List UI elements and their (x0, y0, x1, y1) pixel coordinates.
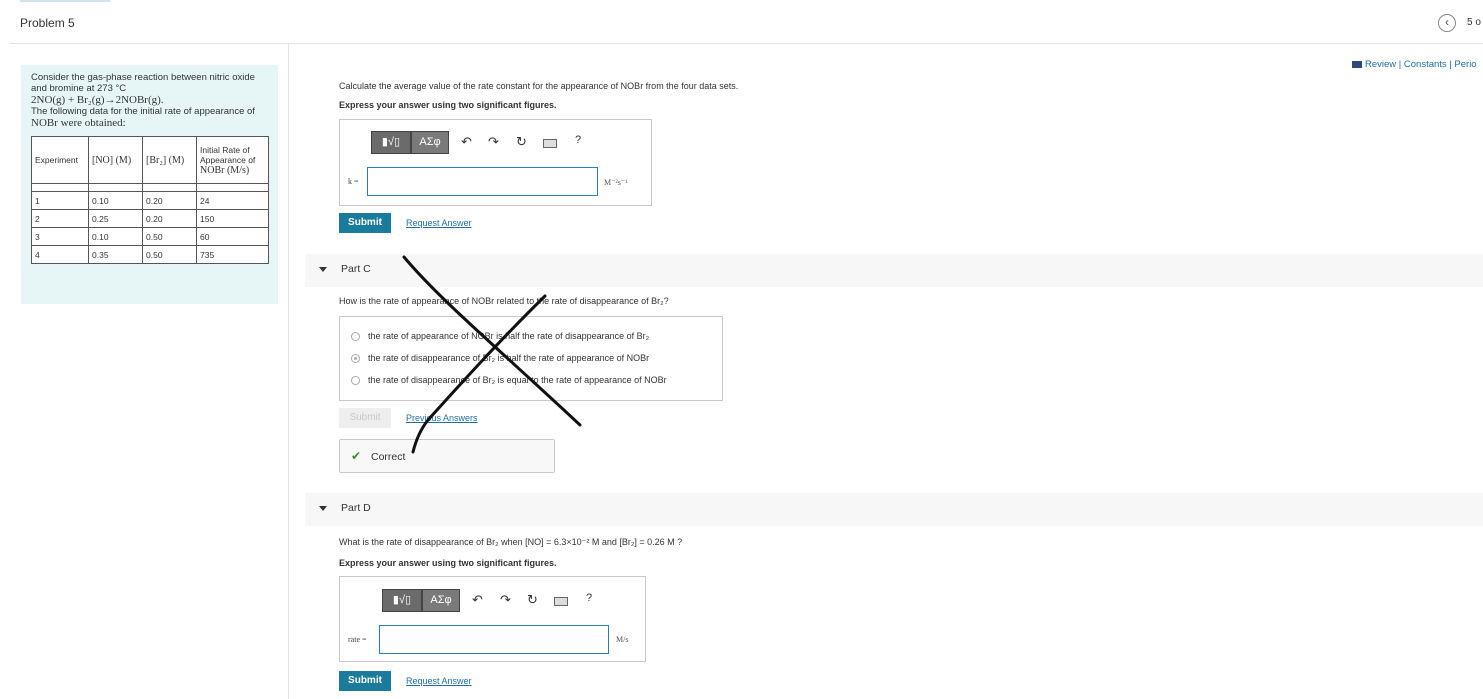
part-b-answer-box: ▮√▯ ΑΣφ ↶ ↷ ↻ ? k = M⁻²s⁻¹ (339, 119, 652, 206)
table-header-br2: [Br₂] (M) (142, 136, 197, 184)
help-icon[interactable]: ? (586, 592, 592, 604)
table-cell: 150 (196, 209, 269, 228)
part-d-label: Part D (341, 502, 371, 514)
templates-button[interactable]: ▮√▯ (382, 589, 422, 612)
chevron-left-icon[interactable]: ‹ (1438, 14, 1456, 32)
page-count: 5 o (1467, 17, 1481, 28)
table-header-experiment: Experiment (31, 136, 89, 184)
keyboard-icon[interactable] (543, 139, 557, 148)
radio-button[interactable] (351, 376, 360, 386)
correct-label: Correct (371, 451, 406, 463)
problem-sidebar: Consider the gas-phase reaction between … (21, 65, 278, 304)
table-cell: 0.10 (88, 191, 143, 210)
table-gap-row (31, 183, 269, 192)
k-unit: M⁻²s⁻¹ (604, 178, 628, 187)
undo-icon[interactable]: ↶ (472, 592, 483, 608)
table-cell: 0.20 (142, 191, 197, 210)
part-c-submit-button[interactable]: Submit (339, 408, 391, 428)
table-cell: 735 (196, 245, 269, 264)
option-3-label: the rate of disappearance of Br₂ is equa… (368, 375, 667, 385)
sidebar-intro: Consider the gas-phase reaction between … (31, 72, 255, 94)
option-2[interactable]: the rate of disappearance of Br₂ is half… (351, 353, 650, 364)
option-3[interactable]: the rate of disappearance of Br₂ is equa… (351, 375, 667, 386)
symbols-button[interactable]: ΑΣφ (411, 131, 449, 154)
checkmark-icon: ✔ (351, 449, 362, 463)
data-intro-text: NOBr were obtained: (31, 116, 126, 129)
table-row: 1 0.10 0.20 24 (31, 191, 269, 210)
header-divider (10, 43, 1483, 44)
part-b-question: Calculate the average value of the rate … (339, 81, 739, 91)
table-cell: 0.20 (142, 209, 197, 228)
review-constants-links[interactable]: Review | Constants | Perio (1352, 59, 1477, 70)
table-cell: 0.50 (142, 227, 197, 246)
undo-icon[interactable]: ↶ (461, 134, 472, 150)
table-cell: 2 (31, 209, 89, 228)
part-b-submit-button[interactable]: Submit (339, 213, 391, 233)
table-cell: 4 (31, 245, 89, 264)
table-cell: 3 (31, 227, 89, 246)
problem-title: Problem 5 (20, 16, 75, 30)
table-header-no: [NO] (M) (88, 136, 143, 184)
caret-down-icon[interactable] (319, 506, 327, 511)
reset-icon[interactable]: ↻ (527, 592, 538, 608)
table-cell: 0.50 (142, 245, 197, 264)
table-cell: 60 (196, 227, 269, 246)
rate-input-label: rate = (348, 635, 367, 644)
column-divider (288, 44, 289, 699)
option-1-label: the rate of appearance of NOBr is half t… (368, 331, 650, 341)
part-c-label: Part C (341, 263, 371, 275)
part-d-instruction: Express your answer using two significan… (339, 558, 557, 568)
table-row: 3 0.10 0.50 60 (31, 227, 269, 246)
table-header-rate-text: Initial Rate of Appearance of (200, 144, 256, 165)
table-row: 2 0.25 0.20 150 (31, 209, 269, 228)
k-input[interactable] (367, 167, 598, 196)
radio-button[interactable] (351, 332, 360, 342)
redo-icon[interactable]: ↷ (488, 134, 499, 150)
rate-data-table: Experiment [NO] (M) [Br₂] (M) Initial Ra… (31, 136, 269, 264)
part-c-header[interactable]: Part C (305, 254, 1483, 287)
part-d-request-answer-link[interactable]: Request Answer (406, 676, 472, 686)
templates-button[interactable]: ▮√▯ (371, 131, 411, 154)
table-header-row: Experiment [NO] (M) [Br₂] (M) Initial Ra… (31, 136, 269, 184)
k-input-label: k = (348, 177, 359, 186)
data-intro-line-2: NOBr were obtained: (31, 116, 268, 130)
previous-answers-link[interactable]: Previous Answers (406, 413, 478, 423)
book-icon (1352, 60, 1362, 68)
part-b-instruction: Express your answer using two significan… (339, 100, 557, 110)
review-links-text[interactable]: Review | Constants | Perio (1365, 59, 1477, 70)
option-2-label: the rate of disappearance of Br₂ is half… (368, 353, 650, 363)
table-header-rate-unit: NOBr (M/s) (200, 164, 250, 176)
symbols-button[interactable]: ΑΣφ (422, 589, 460, 612)
reset-icon[interactable]: ↻ (516, 134, 527, 150)
option-1[interactable]: the rate of appearance of NOBr is half t… (351, 331, 650, 342)
header-accent-strip (20, 0, 110, 2)
part-d-submit-button[interactable]: Submit (339, 671, 391, 691)
table-cell: 0.10 (88, 227, 143, 246)
redo-icon[interactable]: ↷ (500, 592, 511, 608)
correct-feedback: ✔ Correct (339, 439, 555, 473)
rate-input[interactable] (379, 625, 609, 654)
radio-button-selected[interactable] (351, 354, 360, 364)
table-header-rate: Initial Rate of Appearance of NOBr (M/s) (196, 136, 269, 184)
keyboard-icon[interactable] (554, 597, 568, 606)
rate-unit: M/s (616, 635, 629, 644)
table-cell: 0.25 (88, 209, 143, 228)
part-d-header[interactable]: Part D (305, 493, 1483, 526)
help-icon[interactable]: ? (575, 134, 581, 146)
table-cell: 1 (31, 191, 89, 210)
part-d-question: What is the rate of disappearance of Br₂… (339, 537, 683, 547)
table-cell: 0.35 (88, 245, 143, 264)
table-row: 4 0.35 0.50 735 (31, 245, 269, 264)
part-c-question: How is the rate of appearance of NOBr re… (339, 296, 669, 306)
caret-down-icon[interactable] (319, 267, 327, 272)
part-c-options: the rate of appearance of NOBr is half t… (339, 316, 723, 401)
part-d-answer-box: ▮√▯ ΑΣφ ↶ ↷ ↻ ? rate = M/s (339, 576, 646, 662)
table-cell: 24 (196, 191, 269, 210)
part-b-request-answer-link[interactable]: Request Answer (406, 218, 472, 228)
